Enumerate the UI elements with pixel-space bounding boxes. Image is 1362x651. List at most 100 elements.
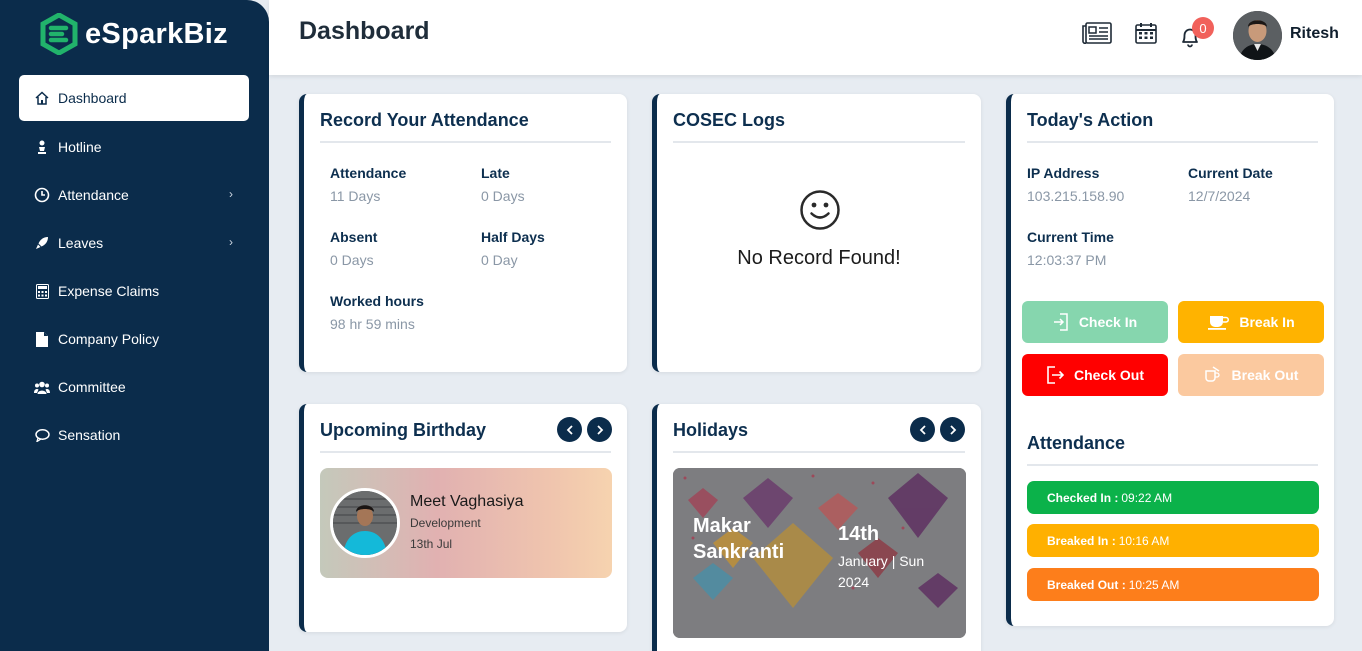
break-out-button[interactable]: Break Out [1178,354,1324,396]
button-label: Check In [1078,314,1138,330]
stat-label: Worked hours [330,293,424,309]
logo[interactable]: eSparkBiz [40,13,228,55]
card-title: Today's Action [1027,110,1154,130]
check-out-button[interactable]: Check Out [1022,354,1168,396]
stat-label: Late [481,165,510,181]
sidebar-item-label: Attendance [58,187,129,203]
sidebar-item-label: Dashboard [58,90,127,106]
card-title: COSEC Logs [673,110,786,130]
current-date-label: Current Date [1188,165,1273,181]
news-icon[interactable] [1082,22,1112,49]
stat-value: 0 Days [481,188,525,204]
log-time: 10:16 AM [1118,533,1170,548]
sidebar-item-attendance[interactable]: Attendance › [19,172,249,218]
birthday-person-card[interactable]: Meet Vaghasiya Development 13th Jul [320,468,612,578]
prev-button[interactable] [910,417,935,442]
check-in-button[interactable]: Check In [1022,301,1168,343]
sidebar-item-dashboard[interactable]: Dashboard [19,75,249,121]
break-in-button[interactable]: Break In [1178,301,1324,343]
chevron-left-icon [566,424,573,435]
page-title: Dashboard [299,17,430,45]
divider [1027,464,1318,466]
current-time-value: 12:03:37 PM [1027,252,1107,268]
birthday-person-department: Development [410,516,481,530]
calculator-icon [34,283,50,299]
birthday-person-name: Meet Vaghasiya [410,493,524,510]
break-out-cup-icon [1204,366,1222,384]
coffee-cup-icon [1207,314,1230,330]
button-label: Check Out [1073,367,1144,383]
card-title: Holidays [673,420,749,440]
sidebar-item-leaves[interactable]: Leaves › [19,220,249,266]
top-header: Dashboard 0 Ritesh [269,0,1362,75]
smiley-icon [799,189,841,236]
todays-action-card: Today's Action IP Address 103.215.158.90… [1006,94,1334,626]
sidebar-item-committee[interactable]: Committee [19,364,249,410]
stat-value: 0 Day [481,252,518,268]
sidebar-item-sensation[interactable]: Sensation [19,412,249,458]
sidebar: eSparkBiz Dashboard Hotline Attendance › [0,0,269,651]
divider [673,141,965,143]
logout-icon [1046,365,1064,385]
chevron-left-icon [919,424,926,435]
sidebar-item-label: Expense Claims [58,283,160,299]
clock-icon [34,187,50,203]
cosec-logs-card: COSEC Logs No Record Found! [652,94,981,372]
stat-value: 0 Days [330,252,374,268]
breaked-out-status: Breaked Out : 10:25 AM [1027,568,1319,601]
empty-state-text: No Record Found! [737,247,901,269]
stat-label: Attendance [330,165,407,181]
sidebar-item-label: Sensation [58,427,121,443]
sidebar-nav: Dashboard Hotline Attendance › Leaves › [19,75,249,460]
card-title: Record Your Attendance [320,110,529,130]
holidays-card: Holidays Makar Sankranti 14th January | … [652,404,981,651]
sidebar-item-label: Company Policy [58,331,160,347]
person-icon [34,139,50,155]
log-label: Breaked Out : [1047,577,1126,592]
divider [673,451,965,453]
sidebar-item-hotline[interactable]: Hotline [19,124,249,170]
stat-value: 11 Days [330,188,381,204]
holiday-detail: January | Sun 2024 [838,553,925,590]
divider [320,451,611,453]
card-title: Upcoming Birthday [320,420,487,440]
next-button[interactable] [940,417,965,442]
next-button[interactable] [587,417,612,442]
brand-name: eSparkBiz [85,17,228,50]
prev-button[interactable] [557,417,582,442]
chevron-right-icon: › [229,235,233,249]
stat-label: Half Days [481,229,545,245]
current-time-label: Current Time [1027,229,1114,245]
holiday-banner[interactable]: Makar Sankranti 14th January | Sun 2024 [673,468,966,638]
stat-value: 98 hr 59 mins [330,316,415,332]
divider [320,141,611,143]
users-icon [34,379,50,395]
current-date-value: 12/7/2024 [1188,188,1251,204]
holiday-day: 14th [838,523,880,545]
home-icon [34,90,50,106]
divider [1027,141,1318,143]
birthday-avatar [330,488,400,558]
breaked-in-status: Breaked In : 10:16 AM [1027,524,1319,557]
log-time: 10:25 AM [1128,577,1180,592]
sidebar-item-label: Committee [58,379,126,395]
chevron-right-icon [596,424,603,435]
sidebar-item-label: Leaves [58,235,104,251]
birthday-date: 13th Jul [410,537,453,551]
stat-label: Absent [330,229,378,245]
chevron-right-icon [949,424,956,435]
esparkbiz-logo-icon [40,13,78,55]
log-time: 09:22 AM [1121,490,1173,505]
log-label: Breaked In : [1047,533,1116,548]
login-icon [1053,313,1069,331]
sidebar-item-company-policy[interactable]: Company Policy [19,316,249,362]
holiday-name: Makar Sankranti [693,515,785,563]
button-label: Break Out [1231,367,1299,383]
sidebar-item-label: Hotline [58,139,102,155]
avatar[interactable] [1233,11,1282,60]
attendance-card: Record Your Attendance Attendance 11 Day… [299,94,627,372]
calendar-icon[interactable] [1135,22,1157,49]
sidebar-item-expense-claims[interactable]: Expense Claims [19,268,249,314]
user-name[interactable]: Ritesh [1290,25,1339,43]
button-label: Break In [1239,314,1295,330]
